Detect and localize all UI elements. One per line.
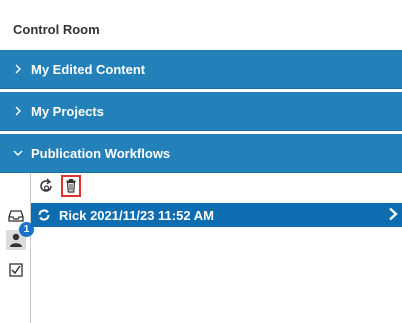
section-label: Publication Workflows	[31, 145, 171, 161]
checkbox-icon[interactable]	[6, 260, 26, 280]
refresh-icon[interactable]	[36, 176, 56, 196]
workflow-list-item[interactable]: Rick 2021/11/23 11:52 AM	[31, 203, 402, 227]
page-title: Control Room	[13, 22, 100, 37]
user-icon[interactable]: 1	[6, 222, 34, 250]
chevron-right-icon	[13, 106, 23, 116]
chevron-right-icon	[13, 64, 23, 74]
workflow-filter-bar: 1	[0, 173, 34, 323]
section-my-projects[interactable]: My Projects	[0, 92, 402, 131]
chevron-down-icon	[13, 149, 23, 157]
delete-button[interactable]	[61, 175, 81, 197]
workflow-toolbar	[31, 173, 402, 201]
section-label: My Projects	[31, 103, 104, 119]
trash-icon	[66, 179, 76, 193]
workflow-icon	[35, 208, 53, 222]
workflow-item-label: Rick 2021/11/23 11:52 AM	[59, 207, 214, 223]
section-publication-workflows[interactable]: Publication Workflows	[0, 134, 402, 173]
section-label: My Edited Content	[31, 61, 146, 77]
workflows-panel: 1 Rick 2021/11/23 11:52 AM	[0, 173, 402, 323]
chevron-right-icon[interactable]	[388, 207, 398, 224]
section-my-edited-content[interactable]: My Edited Content	[0, 50, 402, 89]
